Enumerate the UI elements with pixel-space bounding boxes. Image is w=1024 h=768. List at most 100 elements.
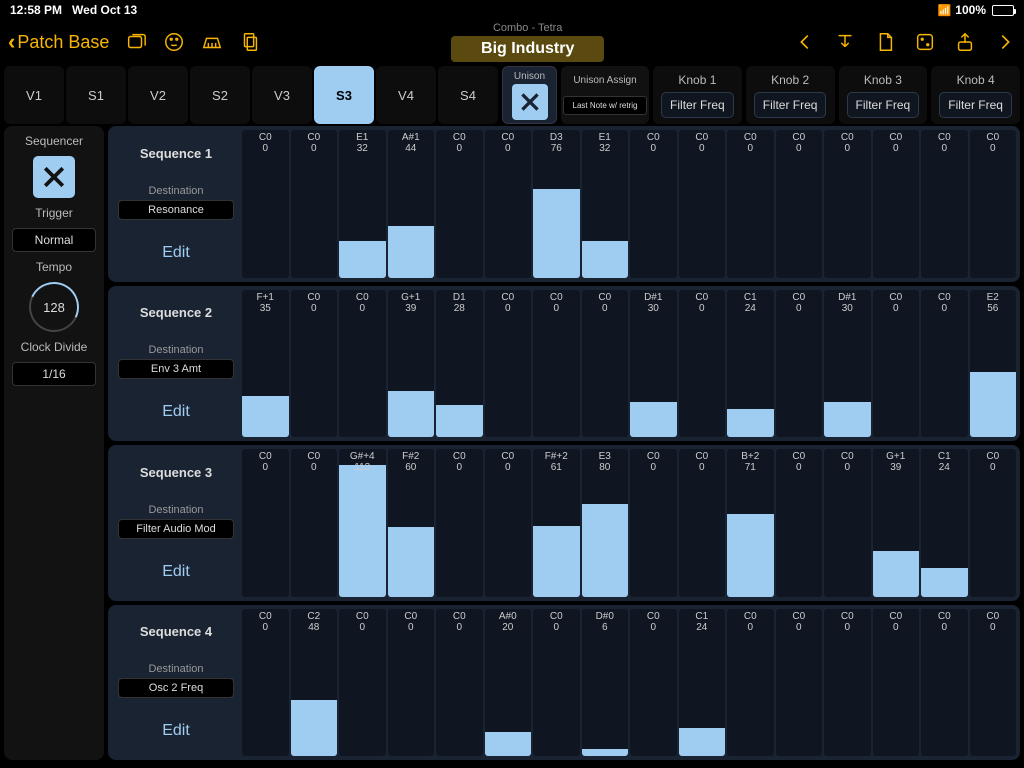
clock-divide-field[interactable]: 1/16 — [12, 362, 96, 386]
palette-icon[interactable] — [163, 31, 185, 53]
step-5[interactable]: C00 — [436, 449, 483, 597]
tab-s4[interactable]: S4 — [438, 66, 498, 124]
step-6[interactable]: C00 — [485, 290, 532, 438]
trigger-field[interactable]: Normal — [12, 228, 96, 252]
new-doc-icon[interactable] — [874, 31, 896, 53]
step-12[interactable]: C00 — [776, 609, 823, 757]
tab-s1[interactable]: S1 — [66, 66, 126, 124]
tab-v1[interactable]: V1 — [4, 66, 64, 124]
dice-icon[interactable] — [914, 31, 936, 53]
step-13[interactable]: D#130 — [824, 290, 871, 438]
step-10[interactable]: C00 — [679, 130, 726, 278]
unison-toggle[interactable]: Unison — [502, 66, 557, 124]
step-6[interactable]: C00 — [485, 130, 532, 278]
sequencer-toggle[interactable] — [33, 156, 75, 198]
edit-button[interactable]: Edit — [162, 722, 190, 740]
step-8[interactable]: C00 — [582, 290, 629, 438]
step-8[interactable]: D#06 — [582, 609, 629, 757]
step-15[interactable]: C00 — [921, 130, 968, 278]
knob-value-button[interactable]: Filter Freq — [661, 92, 734, 118]
step-5[interactable]: C00 — [436, 130, 483, 278]
step-5[interactable]: C00 — [436, 609, 483, 757]
edit-button[interactable]: Edit — [162, 403, 190, 421]
step-13[interactable]: C00 — [824, 609, 871, 757]
next-patch-icon[interactable] — [994, 31, 1016, 53]
docs-icon[interactable] — [239, 31, 261, 53]
step-3[interactable]: E132 — [339, 130, 386, 278]
step-4[interactable]: F#260 — [388, 449, 435, 597]
step-4[interactable]: A#144 — [388, 130, 435, 278]
step-16[interactable]: C00 — [970, 609, 1017, 757]
step-5[interactable]: D128 — [436, 290, 483, 438]
patch-name[interactable]: Big Industry — [451, 36, 604, 62]
step-2[interactable]: C248 — [291, 609, 338, 757]
step-3[interactable]: C00 — [339, 609, 386, 757]
tab-s2[interactable]: S2 — [190, 66, 250, 124]
back-button[interactable]: ‹ Patch Base — [8, 31, 109, 53]
step-2[interactable]: C00 — [291, 130, 338, 278]
step-3[interactable]: G#+4113 — [339, 449, 386, 597]
step-15[interactable]: C00 — [921, 290, 968, 438]
step-9[interactable]: C00 — [630, 449, 677, 597]
tempo-knob[interactable]: 128 — [22, 275, 86, 339]
piano-icon[interactable] — [201, 31, 223, 53]
step-7[interactable]: D376 — [533, 130, 580, 278]
step-14[interactable]: C00 — [873, 609, 920, 757]
destination-field[interactable]: Osc 2 Freq — [118, 678, 234, 698]
step-15[interactable]: C124 — [921, 449, 968, 597]
knob-value-button[interactable]: Filter Freq — [847, 92, 920, 118]
step-8[interactable]: E132 — [582, 130, 629, 278]
step-13[interactable]: C00 — [824, 449, 871, 597]
edit-button[interactable]: Edit — [162, 244, 190, 262]
destination-field[interactable]: Filter Audio Mod — [118, 519, 234, 539]
step-1[interactable]: C00 — [242, 609, 289, 757]
step-6[interactable]: A#020 — [485, 609, 532, 757]
step-16[interactable]: E256 — [970, 290, 1017, 438]
step-15[interactable]: C00 — [921, 609, 968, 757]
step-9[interactable]: C00 — [630, 609, 677, 757]
destination-field[interactable]: Env 3 Amt — [118, 359, 234, 379]
step-14[interactable]: C00 — [873, 130, 920, 278]
step-12[interactable]: C00 — [776, 130, 823, 278]
tab-v2[interactable]: V2 — [128, 66, 188, 124]
step-1[interactable]: F+135 — [242, 290, 289, 438]
step-14[interactable]: C00 — [873, 290, 920, 438]
step-2[interactable]: C00 — [291, 290, 338, 438]
step-12[interactable]: C00 — [776, 449, 823, 597]
step-13[interactable]: C00 — [824, 130, 871, 278]
unison-assign[interactable]: Unison Assign Last Note w/ retrig — [561, 66, 649, 124]
step-4[interactable]: C00 — [388, 609, 435, 757]
step-9[interactable]: D#130 — [630, 290, 677, 438]
step-7[interactable]: F#+261 — [533, 449, 580, 597]
step-1[interactable]: C00 — [242, 130, 289, 278]
step-10[interactable]: C124 — [679, 609, 726, 757]
download-icon[interactable] — [834, 31, 856, 53]
step-11[interactable]: C124 — [727, 290, 774, 438]
knob-value-button[interactable]: Filter Freq — [754, 92, 827, 118]
step-1[interactable]: C00 — [242, 449, 289, 597]
destination-field[interactable]: Resonance — [118, 200, 234, 220]
tab-s3[interactable]: S3 — [314, 66, 374, 124]
tab-v3[interactable]: V3 — [252, 66, 312, 124]
step-9[interactable]: C00 — [630, 130, 677, 278]
step-14[interactable]: G+139 — [873, 449, 920, 597]
share-icon[interactable] — [954, 31, 976, 53]
step-10[interactable]: C00 — [679, 449, 726, 597]
step-4[interactable]: G+139 — [388, 290, 435, 438]
prev-patch-icon[interactable] — [794, 31, 816, 53]
knob-value-button[interactable]: Filter Freq — [939, 92, 1012, 118]
edit-button[interactable]: Edit — [162, 563, 190, 581]
step-16[interactable]: C00 — [970, 130, 1017, 278]
step-11[interactable]: B+271 — [727, 449, 774, 597]
step-7[interactable]: C00 — [533, 609, 580, 757]
step-3[interactable]: C00 — [339, 290, 386, 438]
step-11[interactable]: C00 — [727, 130, 774, 278]
step-10[interactable]: C00 — [679, 290, 726, 438]
step-8[interactable]: E380 — [582, 449, 629, 597]
tab-v4[interactable]: V4 — [376, 66, 436, 124]
step-12[interactable]: C00 — [776, 290, 823, 438]
step-7[interactable]: C00 — [533, 290, 580, 438]
windows-icon[interactable] — [125, 31, 147, 53]
step-16[interactable]: C00 — [970, 449, 1017, 597]
step-6[interactable]: C00 — [485, 449, 532, 597]
